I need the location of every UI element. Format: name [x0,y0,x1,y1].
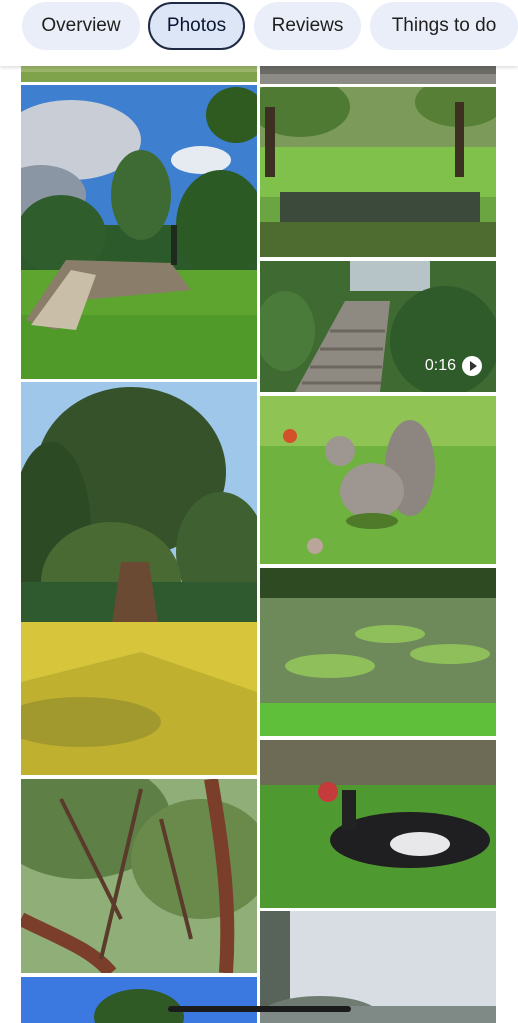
tab-things-to-do[interactable]: Things to do [370,2,518,50]
play-icon [462,356,482,376]
photo-fallen-tree [21,85,257,379]
tab-photos[interactable]: Photos [148,2,245,50]
photo-duck [260,740,496,908]
photo-tile-0[interactable] [21,85,257,379]
tab-reviews[interactable]: Reviews [254,2,361,50]
photo-lily-pond [260,568,496,736]
photo-tile-4[interactable] [260,396,496,564]
place-tab-bar: Overview Photos Reviews Things to do [0,0,518,66]
tab-overview[interactable]: Overview [22,2,140,50]
photo-tile-2[interactable]: 0:16 [260,261,496,392]
photo-tile-3[interactable] [21,382,257,775]
photo-tile-5[interactable] [260,568,496,736]
photo-pond-trees [260,87,496,257]
photo-branches [21,779,257,973]
photo-big-tree [21,382,257,775]
photo-tile-1[interactable] [260,87,496,257]
photo-tile-6[interactable] [260,740,496,908]
photo-squirrel [260,396,496,564]
home-indicator[interactable] [168,1006,351,1012]
photo-tile-partial-right[interactable] [260,66,496,84]
video-duration: 0:16 [424,357,456,374]
video-badge: 0:16 [425,356,482,376]
photo-tile-7[interactable] [21,779,257,973]
photo-treetop [21,977,257,1023]
photo-tile-9[interactable] [21,977,257,1023]
photo-tile-partial-left[interactable] [21,66,257,82]
